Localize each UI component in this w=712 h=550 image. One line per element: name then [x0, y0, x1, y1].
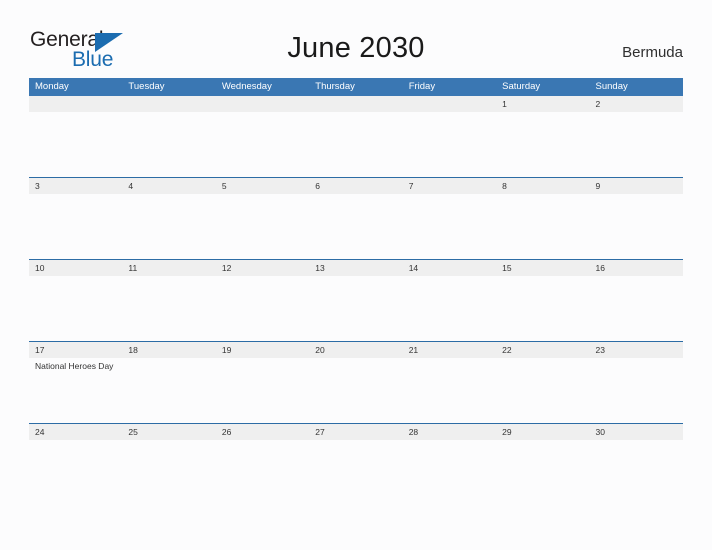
day-number[interactable]: 21	[403, 342, 496, 358]
day-cell[interactable]	[590, 440, 683, 505]
day-number[interactable]: 4	[122, 178, 215, 194]
day-cell[interactable]	[29, 112, 122, 177]
day-number-row: 1 2	[29, 96, 683, 112]
day-number[interactable]: 11	[122, 260, 215, 276]
day-number[interactable]: 27	[309, 424, 402, 440]
day-number-row: 17 18 19 20 21 22 23	[29, 342, 683, 358]
day-cell[interactable]	[403, 276, 496, 341]
day-number[interactable]: 29	[496, 424, 589, 440]
day-number[interactable]: 20	[309, 342, 402, 358]
calendar-page: General Blue June 2030 Bermuda Monday Tu…	[0, 0, 712, 550]
day-number-row: 24 25 26 27 28 29 30	[29, 424, 683, 440]
day-cell[interactable]	[122, 440, 215, 505]
day-cell[interactable]	[309, 112, 402, 177]
day-cell[interactable]	[216, 358, 309, 423]
weekday-header-friday: Friday	[408, 81, 436, 92]
day-cell[interactable]	[122, 276, 215, 341]
day-event-row	[29, 194, 683, 259]
day-number[interactable]: 28	[403, 424, 496, 440]
calendar-week-row: 24 25 26 27 28 29 30	[29, 423, 683, 505]
day-cell[interactable]	[590, 194, 683, 259]
day-cell[interactable]	[496, 112, 589, 177]
day-cell[interactable]	[403, 194, 496, 259]
day-number[interactable]: 17	[29, 342, 122, 358]
region-label: Bermuda	[622, 44, 683, 61]
day-event-row	[29, 112, 683, 177]
day-cell[interactable]	[122, 358, 215, 423]
day-number[interactable]: 10	[29, 260, 122, 276]
day-number[interactable]: 23	[590, 342, 683, 358]
weekday-header-monday: Monday	[35, 81, 69, 92]
day-event-row: National Heroes Day	[29, 358, 683, 423]
day-cell[interactable]	[496, 194, 589, 259]
calendar-week-row: 3 4 5 6 7 8 9	[29, 177, 683, 259]
day-cell[interactable]	[216, 194, 309, 259]
calendar-week-row: 1 2	[29, 96, 683, 177]
day-number[interactable]: 14	[403, 260, 496, 276]
day-number[interactable]: 6	[309, 178, 402, 194]
day-cell[interactable]	[29, 276, 122, 341]
day-number[interactable]: 24	[29, 424, 122, 440]
day-number[interactable]: 25	[122, 424, 215, 440]
page-title: June 2030	[287, 32, 425, 64]
day-event-text: National Heroes Day	[35, 361, 114, 371]
day-number[interactable]: 3	[29, 178, 122, 194]
day-cell[interactable]	[496, 440, 589, 505]
day-cell[interactable]: National Heroes Day	[29, 358, 122, 423]
day-number[interactable]: 22	[496, 342, 589, 358]
day-cell[interactable]	[309, 440, 402, 505]
day-number[interactable]: 7	[403, 178, 496, 194]
day-cell[interactable]	[590, 276, 683, 341]
day-cell[interactable]	[216, 440, 309, 505]
day-number[interactable]	[309, 96, 402, 112]
day-cell[interactable]	[122, 194, 215, 259]
day-cell[interactable]	[216, 112, 309, 177]
weekday-header-row: Monday Tuesday Wednesday Thursday Friday…	[29, 78, 683, 96]
day-number-row: 10 11 12 13 14 15 16	[29, 260, 683, 276]
day-number[interactable]: 19	[216, 342, 309, 358]
day-cell[interactable]	[309, 358, 402, 423]
day-number[interactable]	[216, 96, 309, 112]
day-number[interactable]: 9	[590, 178, 683, 194]
day-cell[interactable]	[29, 194, 122, 259]
day-cell[interactable]	[29, 440, 122, 505]
day-event-row	[29, 440, 683, 505]
day-number[interactable]	[29, 96, 122, 112]
day-cell[interactable]	[309, 194, 402, 259]
day-cell[interactable]	[403, 112, 496, 177]
day-number[interactable]: 8	[496, 178, 589, 194]
day-cell[interactable]	[122, 112, 215, 177]
day-cell[interactable]	[309, 276, 402, 341]
day-number[interactable]: 26	[216, 424, 309, 440]
page-header: General Blue June 2030 Bermuda	[0, 0, 712, 76]
weekday-header-sunday: Sunday	[595, 81, 628, 92]
weekday-header-wednesday: Wednesday	[221, 81, 272, 92]
weekday-header-saturday: Saturday	[502, 81, 541, 92]
day-number[interactable]	[403, 96, 496, 112]
day-number[interactable]: 1	[496, 96, 589, 112]
day-number[interactable]: 12	[216, 260, 309, 276]
day-cell[interactable]	[496, 358, 589, 423]
calendar-week-row: 17 18 19 20 21 22 23 National Heroes Day	[29, 341, 683, 423]
day-number[interactable]: 13	[309, 260, 402, 276]
calendar-week-row: 10 11 12 13 14 15 16	[29, 259, 683, 341]
day-number[interactable]: 15	[496, 260, 589, 276]
day-number[interactable]	[122, 96, 215, 112]
day-number[interactable]: 2	[590, 96, 683, 112]
day-event-row	[29, 276, 683, 341]
day-number[interactable]: 5	[216, 178, 309, 194]
day-cell[interactable]	[403, 358, 496, 423]
weekday-header-thursday: Thursday	[315, 81, 355, 92]
day-number[interactable]: 16	[590, 260, 683, 276]
day-cell[interactable]	[403, 440, 496, 505]
day-number-row: 3 4 5 6 7 8 9	[29, 178, 683, 194]
day-cell[interactable]	[590, 112, 683, 177]
calendar-table: Monday Tuesday Wednesday Thursday Friday…	[29, 78, 683, 505]
day-cell[interactable]	[216, 276, 309, 341]
day-cell[interactable]	[590, 358, 683, 423]
day-number[interactable]: 30	[590, 424, 683, 440]
day-number[interactable]: 18	[122, 342, 215, 358]
weekday-header-tuesday: Tuesday	[128, 81, 165, 92]
day-cell[interactable]	[496, 276, 589, 341]
